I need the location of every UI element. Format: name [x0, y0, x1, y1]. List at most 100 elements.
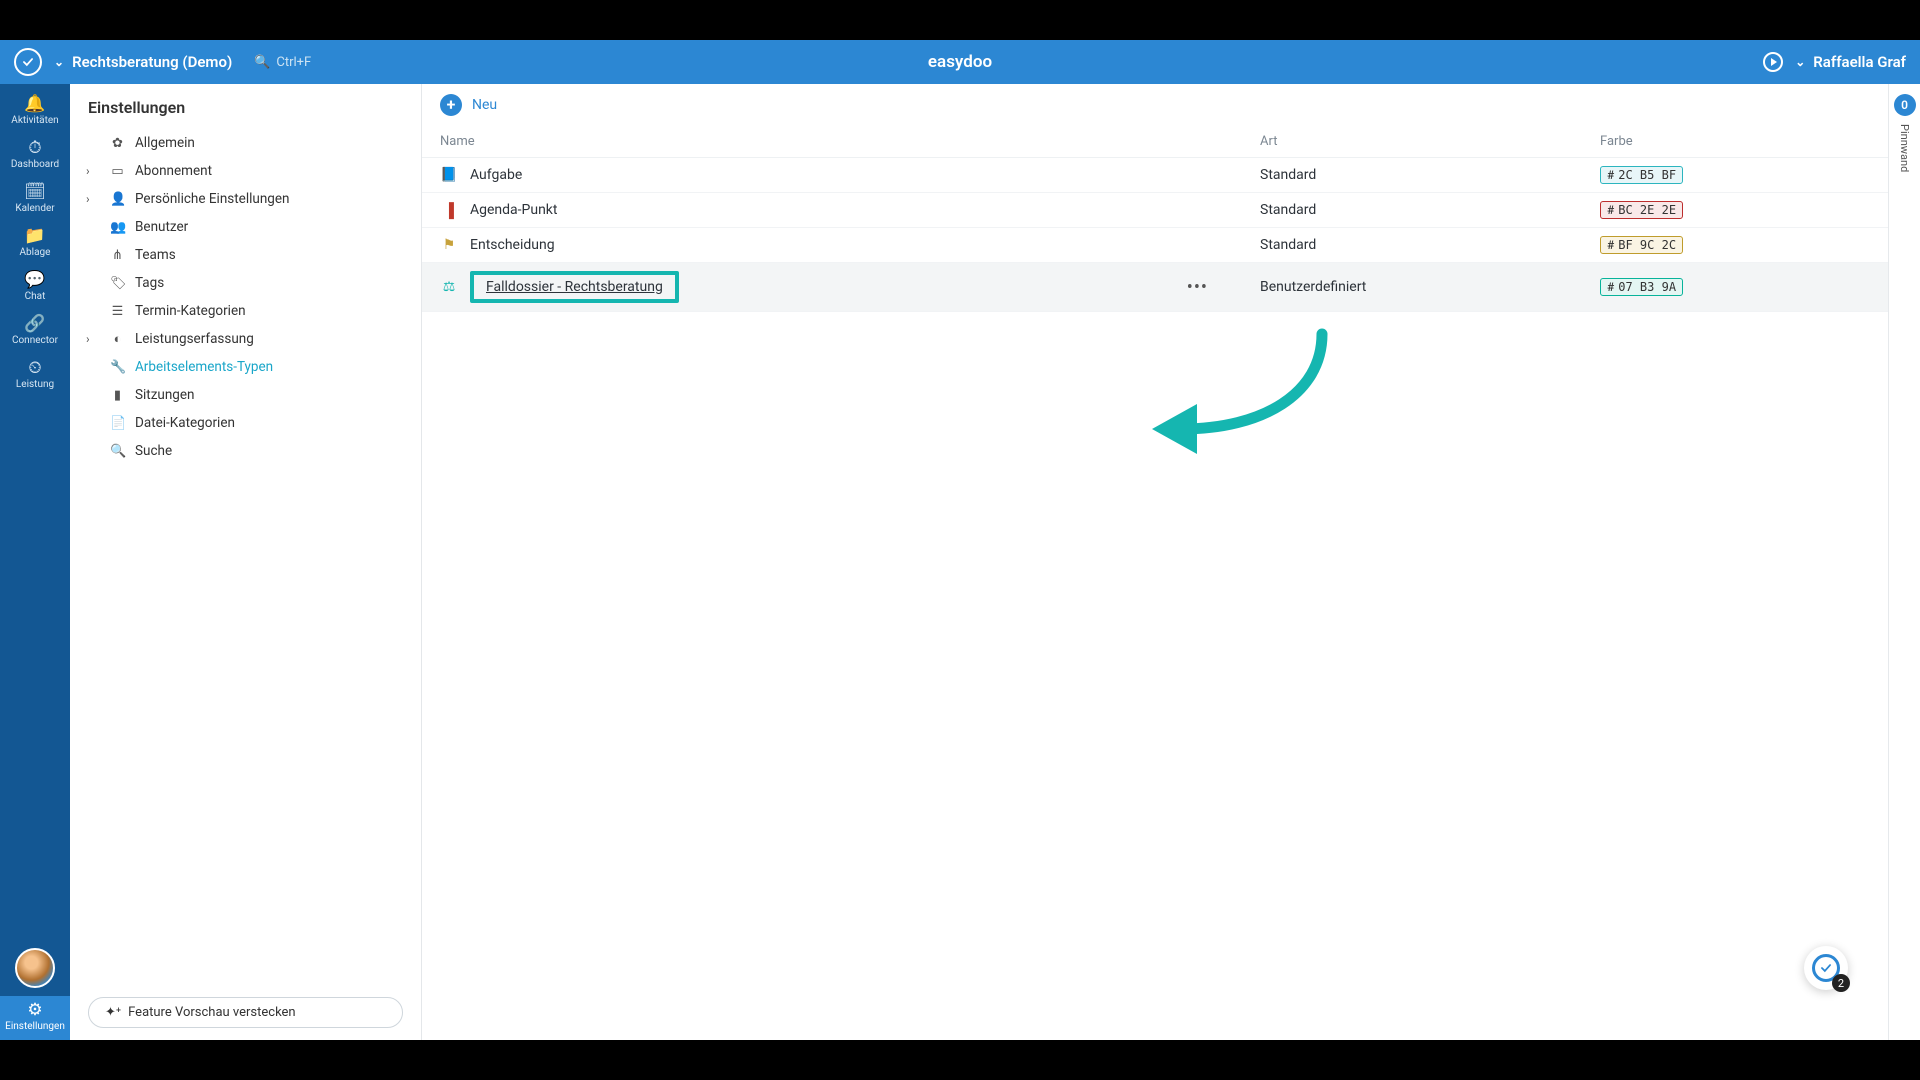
- sidepanel-item-label: Persönliche Einstellungen: [135, 191, 289, 207]
- search-hint: Ctrl+F: [276, 55, 311, 70]
- floating-status-button[interactable]: 2: [1804, 946, 1848, 990]
- feature-preview-label: Feature Vorschau verstecken: [128, 1005, 296, 1020]
- rail-item-connector[interactable]: 🔗 Connector: [0, 310, 70, 354]
- row-name-text: Agenda-Punkt: [470, 202, 558, 218]
- sidepanel-item-label: Suche: [135, 443, 172, 459]
- sidepanel-item-label: Tags: [135, 275, 164, 291]
- new-button[interactable]: + Neu: [440, 94, 497, 116]
- sidepanel-item-label: Termin-Kategorien: [135, 303, 246, 319]
- color-badge: #07 B3 9A: [1600, 278, 1683, 296]
- user-menu[interactable]: ⌄ Raffaella Graf: [1795, 53, 1906, 71]
- sidepanel-item-datei-kategorien[interactable]: 📄 Datei-Kategorien: [80, 409, 411, 437]
- sidepanel-item-teams[interactable]: ⋔Teams: [80, 241, 411, 269]
- rail-item-einstellungen[interactable]: ⚙Einstellungen: [0, 996, 70, 1040]
- plus-icon: +: [440, 94, 462, 116]
- sidepanel-item-icon: 🔧: [110, 360, 125, 375]
- play-icon[interactable]: [1763, 52, 1783, 72]
- row-art: Standard: [1260, 237, 1600, 253]
- color-badge: #BC 2E 2E: [1600, 201, 1683, 219]
- sidepanel-item-icon: ▮: [110, 388, 125, 403]
- table-row[interactable]: ▐Agenda-PunktStandard#BC 2E 2E: [422, 193, 1888, 228]
- table-row[interactable]: 📘AufgabeStandard#2C B5 BF: [422, 158, 1888, 193]
- sidepanel-item-sitzungen[interactable]: ▮ Sitzungen: [80, 381, 411, 409]
- rail-icon: ⏱: [0, 140, 70, 157]
- chevron-right-icon: ›: [86, 332, 90, 346]
- rail-label: Connector: [12, 335, 58, 346]
- rail-item-kalender[interactable]: 🗓 Kalender: [0, 178, 70, 222]
- sidepanel-item-pers-nliche-einstellungen[interactable]: › 👤 Persönliche Einstellungen: [80, 185, 411, 213]
- sidepanel-item-icon: 🏷: [110, 276, 125, 291]
- sidepanel-title: Einstellungen: [70, 84, 421, 127]
- hash-icon: #: [1607, 280, 1614, 294]
- sidepanel-item-arbeitselements-typen[interactable]: 🔧 Arbeitselements-Typen: [80, 353, 411, 381]
- sidepanel-item-icon: 👤: [110, 192, 125, 207]
- row-art: Benutzerdefiniert: [1260, 279, 1600, 295]
- row-type-icon: 📘: [440, 166, 458, 184]
- annotation-arrow: [1142, 324, 1362, 474]
- pinboard-count: 0: [1894, 94, 1916, 116]
- column-name: Name: [440, 134, 1260, 149]
- column-farbe: Farbe: [1600, 134, 1870, 149]
- chevron-right-icon: ›: [86, 164, 90, 178]
- feature-preview-button[interactable]: ✦⁺ Feature Vorschau verstecken: [88, 997, 403, 1028]
- rail-icon: ⏲: [0, 360, 70, 377]
- topbar: ⌄ Rechtsberatung (Demo) 🔍 Ctrl+F easydoo…: [0, 40, 1920, 84]
- brand-logo-icon: [14, 48, 42, 76]
- column-art: Art: [1260, 134, 1600, 149]
- chevron-right-icon: ›: [86, 192, 90, 206]
- hash-icon: #: [1607, 168, 1614, 182]
- sidepanel-item-icon: ▭: [110, 164, 125, 179]
- rail-item-ablage[interactable]: 📁Ablage: [0, 222, 70, 266]
- rail-icon: 🔗: [0, 316, 70, 333]
- sidepanel-item-label: Datei-Kategorien: [135, 415, 235, 431]
- pinboard-label: Pinnwand: [1898, 124, 1911, 172]
- floating-status-count: 2: [1832, 974, 1850, 992]
- rail-item-leistung[interactable]: ⏲ Leistung: [0, 354, 70, 398]
- rail-label: Kalender: [15, 203, 54, 214]
- search-trigger[interactable]: 🔍 Ctrl+F: [254, 55, 311, 70]
- sidepanel-item-icon: ◐: [110, 331, 125, 347]
- workspace-selector[interactable]: ⌄ Rechtsberatung (Demo): [54, 53, 232, 71]
- row-name-text: Entscheidung: [470, 237, 555, 253]
- settings-sidepanel: Einstellungen ✿Allgemein›▭Abonnement›👤Pe…: [70, 84, 422, 1040]
- row-name-link[interactable]: Falldossier - Rechtsberatung: [486, 279, 663, 295]
- new-button-label: Neu: [472, 97, 497, 113]
- workspace-name: Rechtsberatung (Demo): [72, 53, 232, 71]
- nav-rail: 🔔Aktivitäten ⏱ Dashboard 🗓 Kalender 📁Ablage 💬 C…: [0, 84, 70, 1040]
- sidepanel-item-label: Arbeitselements-Typen: [135, 359, 273, 375]
- sidepanel-item-termin-kategorien[interactable]: ☰ Termin-Kategorien: [80, 297, 411, 325]
- rail-label: Chat: [25, 291, 46, 302]
- color-badge: #BF 9C 2C: [1600, 236, 1683, 254]
- sidepanel-item-benutzer[interactable]: 👥Benutzer: [80, 213, 411, 241]
- sidepanel-item-abonnement[interactable]: ›▭Abonnement: [80, 157, 411, 185]
- chevron-down-icon: ⌄: [54, 55, 64, 69]
- rail-icon: 💬: [0, 272, 70, 289]
- color-badge: #2C B5 BF: [1600, 166, 1683, 184]
- rail-label: Leistung: [16, 379, 54, 390]
- rail-icon: 🔔: [0, 96, 70, 113]
- user-name: Raffaella Graf: [1813, 53, 1906, 71]
- rail-item-dashboard[interactable]: ⏱ Dashboard: [0, 134, 70, 178]
- sidepanel-item-leistungserfassung[interactable]: ›◐Leistungserfassung: [80, 325, 411, 353]
- rail-icon: 🗓: [0, 184, 70, 201]
- user-avatar[interactable]: [15, 948, 55, 988]
- rail-item-aktivitäten[interactable]: 🔔Aktivitäten: [0, 90, 70, 134]
- table-row[interactable]: ⚖Falldossier - Rechtsberatung•••Benutzer…: [422, 263, 1888, 312]
- sidepanel-item-label: Sitzungen: [135, 387, 195, 403]
- sidepanel-item-suche[interactable]: 🔍Suche: [80, 437, 411, 465]
- sparkle-icon: ✦⁺: [105, 1005, 121, 1020]
- sidepanel-item-icon: ☰: [110, 304, 125, 319]
- rail-item-chat[interactable]: 💬 Chat: [0, 266, 70, 310]
- brand-title: easydoo: [928, 52, 992, 72]
- sidepanel-item-icon: ✿: [110, 136, 125, 151]
- table-row[interactable]: ⚑EntscheidungStandard#BF 9C 2C: [422, 228, 1888, 263]
- rail-label: Einstellungen: [5, 1021, 65, 1032]
- sidepanel-item-allgemein[interactable]: ✿Allgemein: [80, 129, 411, 157]
- hash-icon: #: [1607, 203, 1614, 217]
- sidepanel-item-icon: 📄: [110, 416, 125, 431]
- pinboard-bar[interactable]: 0 Pinnwand: [1888, 84, 1920, 1040]
- sidepanel-item-tags[interactable]: 🏷 Tags: [80, 269, 411, 297]
- row-name-text: Aufgabe: [470, 167, 522, 183]
- rail-label: Dashboard: [11, 159, 59, 170]
- row-more-icon[interactable]: •••: [1187, 277, 1208, 298]
